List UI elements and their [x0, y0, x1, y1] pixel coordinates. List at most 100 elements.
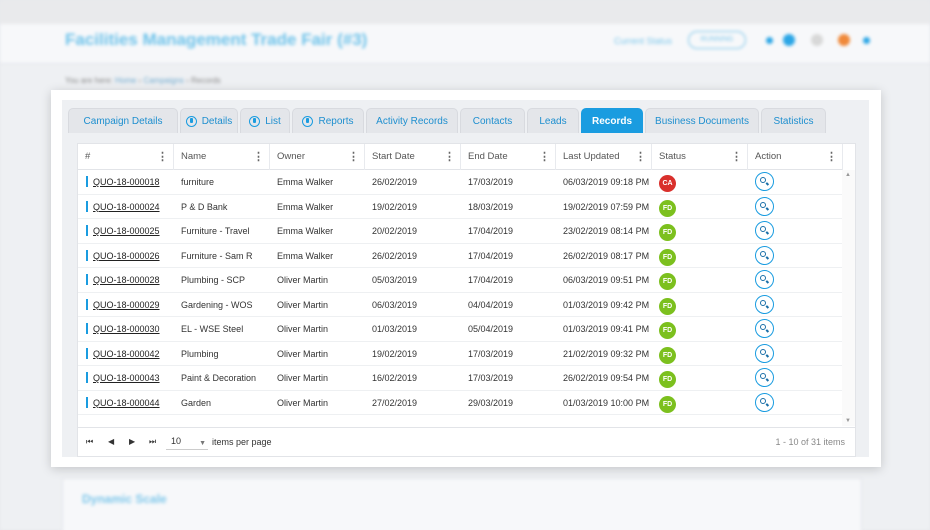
- cell-start: 06/03/2019: [372, 299, 418, 310]
- table-row[interactable]: QUO-18-000042 Plumbing Oliver Martin 19/02/…: [78, 342, 843, 366]
- tab-statistics[interactable]: Statistics: [761, 108, 826, 133]
- table-row[interactable]: QUO-18-000028 Plumbing - SCP Oliver Martin…: [78, 268, 843, 293]
- record-id-cell[interactable]: QUO-18-000018: [78, 170, 174, 194]
- cell-action: [748, 391, 843, 415]
- table-row[interactable]: QUO-18-000025 Furniture - Travel Emma Walk…: [78, 219, 843, 244]
- column-header[interactable]: Start Date ⋮: [365, 144, 461, 170]
- breadcrumb-campaigns[interactable]: Campaigns: [143, 76, 183, 85]
- table-row[interactable]: QUO-18-000030 EL - WSE Steel Oliver Martin…: [78, 317, 843, 342]
- cell-end: 17/04/2019: [468, 275, 514, 285]
- record-link[interactable]: QUO-18-000018: [93, 177, 160, 187]
- view-record-button[interactable]: [755, 319, 774, 338]
- tab-records[interactable]: Records: [581, 108, 643, 133]
- record-link[interactable]: QUO-18-000025: [93, 226, 160, 236]
- view-record-button[interactable]: [755, 196, 774, 216]
- record-link[interactable]: QUO-18-000026: [93, 251, 160, 261]
- record-link[interactable]: QUO-18-000043: [93, 373, 160, 383]
- tab-reports[interactable]: Reports: [292, 108, 364, 133]
- view-record-button[interactable]: [755, 294, 774, 314]
- row-indicator: [86, 347, 88, 359]
- column-header[interactable]: # ⋮: [78, 144, 174, 170]
- record-id-cell[interactable]: QUO-18-000044: [78, 391, 174, 415]
- record-link[interactable]: QUO-18-000028: [93, 275, 160, 285]
- view-record-button[interactable]: [755, 368, 774, 387]
- table-row[interactable]: QUO-18-000026 Furniture - Sam R Emma Walke…: [78, 244, 843, 268]
- record-id-cell[interactable]: QUO-18-000028: [78, 268, 174, 292]
- column-menu-icon[interactable]: ⋮: [444, 144, 455, 170]
- record-id-cell[interactable]: QUO-18-000024: [78, 195, 174, 219]
- cell-status: CA: [652, 170, 748, 194]
- view-record-button[interactable]: [755, 245, 774, 265]
- view-record-button[interactable]: [755, 172, 774, 191]
- column-header[interactable]: Action ⋮: [748, 144, 843, 170]
- column-menu-icon[interactable]: ⋮: [348, 144, 359, 170]
- table-row[interactable]: QUO-18-000044 Garden Oliver Martin 27/02/20…: [78, 391, 843, 415]
- column-menu-icon[interactable]: ⋮: [731, 144, 742, 170]
- cell-updated: 01/03/2019 09:42 PM: [563, 299, 650, 310]
- view-record-button[interactable]: [755, 343, 774, 363]
- record-link[interactable]: QUO-18-000029: [93, 300, 160, 310]
- cell-action: [748, 219, 843, 243]
- record-link[interactable]: QUO-18-000042: [93, 349, 160, 359]
- app-header: Facilities Management Trade Fair (#3) Cu…: [0, 24, 930, 64]
- circle-icon[interactable]: [863, 37, 870, 44]
- record-link[interactable]: QUO-18-000030: [93, 324, 160, 334]
- record-link[interactable]: QUO-18-000024: [93, 202, 160, 212]
- record-id-cell[interactable]: QUO-18-000026: [78, 244, 174, 268]
- column-header[interactable]: End Date ⋮: [461, 144, 556, 170]
- tab-list[interactable]: List: [240, 108, 290, 133]
- record-id-cell[interactable]: QUO-18-000025: [78, 219, 174, 243]
- search-icon-handle: [765, 304, 770, 308]
- column-header[interactable]: Owner ⋮: [270, 144, 365, 170]
- status-badge: CA: [659, 175, 676, 192]
- tab-business-documents[interactable]: Business Documents: [645, 108, 759, 133]
- cell-status: FD: [652, 391, 748, 415]
- table-row[interactable]: QUO-18-000024 P & D Bank Emma Walker 19/02/…: [78, 195, 843, 219]
- cell-owner: Oliver Martin: [277, 397, 329, 408]
- view-record-button[interactable]: [755, 392, 774, 412]
- breadcrumb-home[interactable]: Home: [115, 76, 136, 85]
- cell-end: 04/04/2019: [468, 299, 514, 310]
- tab-campaign-details[interactable]: Campaign Details: [68, 108, 178, 133]
- globe-icon: [249, 115, 261, 127]
- last-page-icon[interactable]: ⏭: [149, 437, 156, 447]
- search-icon-handle: [765, 378, 770, 382]
- tab-details[interactable]: Details: [180, 108, 238, 133]
- column-menu-icon[interactable]: ⋮: [157, 144, 168, 170]
- scroll-down-icon[interactable]: ▼: [845, 418, 851, 424]
- vertical-scrollbar[interactable]: ▲ ▼: [842, 170, 855, 426]
- table-row[interactable]: QUO-18-000029 Gardening - WOS Oliver Marti…: [78, 293, 843, 317]
- status-badge[interactable]: RUNNING: [688, 31, 746, 49]
- scroll-up-icon[interactable]: ▲: [845, 172, 851, 178]
- column-menu-icon[interactable]: ⋮: [826, 144, 837, 170]
- record-id-cell[interactable]: QUO-18-000042: [78, 342, 174, 366]
- tab-activity-records[interactable]: Activity Records: [366, 108, 458, 133]
- search-icon-handle: [765, 353, 770, 357]
- column-header[interactable]: Name ⋮: [174, 144, 270, 170]
- view-record-button[interactable]: [755, 270, 774, 289]
- record-id-cell[interactable]: QUO-18-000030: [78, 317, 174, 341]
- first-page-icon[interactable]: ⏮: [86, 437, 93, 447]
- page-size-select[interactable]: 10 ▼: [166, 434, 208, 450]
- info-icon[interactable]: [783, 34, 795, 46]
- tab-leads[interactable]: Leads: [527, 108, 579, 133]
- prev-page-icon[interactable]: ◀: [108, 437, 114, 446]
- circle-icon[interactable]: [766, 37, 773, 44]
- table-row[interactable]: QUO-18-000018 furniture Emma Walker 26/02/2…: [78, 170, 843, 195]
- table-row[interactable]: QUO-18-000043 Paint & Decoration Oliver Ma…: [78, 366, 843, 391]
- record-link[interactable]: QUO-18-000044: [93, 398, 160, 408]
- cell-start: 20/02/2019: [372, 226, 418, 236]
- column-header[interactable]: Last Updated ⋮: [556, 144, 652, 170]
- record-id-cell[interactable]: QUO-18-000043: [78, 366, 174, 390]
- tab-contacts[interactable]: Contacts: [460, 108, 525, 133]
- column-menu-icon[interactable]: ⋮: [539, 144, 550, 170]
- record-id-cell[interactable]: QUO-18-000029: [78, 293, 174, 317]
- cell-updated: 01/03/2019 09:41 PM: [563, 324, 650, 334]
- column-header[interactable]: Status ⋮: [652, 144, 748, 170]
- view-record-button[interactable]: [755, 221, 774, 240]
- column-menu-icon[interactable]: ⋮: [635, 144, 646, 170]
- column-menu-icon[interactable]: ⋮: [253, 144, 264, 170]
- settings-icon[interactable]: [811, 34, 823, 46]
- next-page-icon[interactable]: ▶: [129, 437, 135, 446]
- user-avatar[interactable]: [838, 34, 850, 46]
